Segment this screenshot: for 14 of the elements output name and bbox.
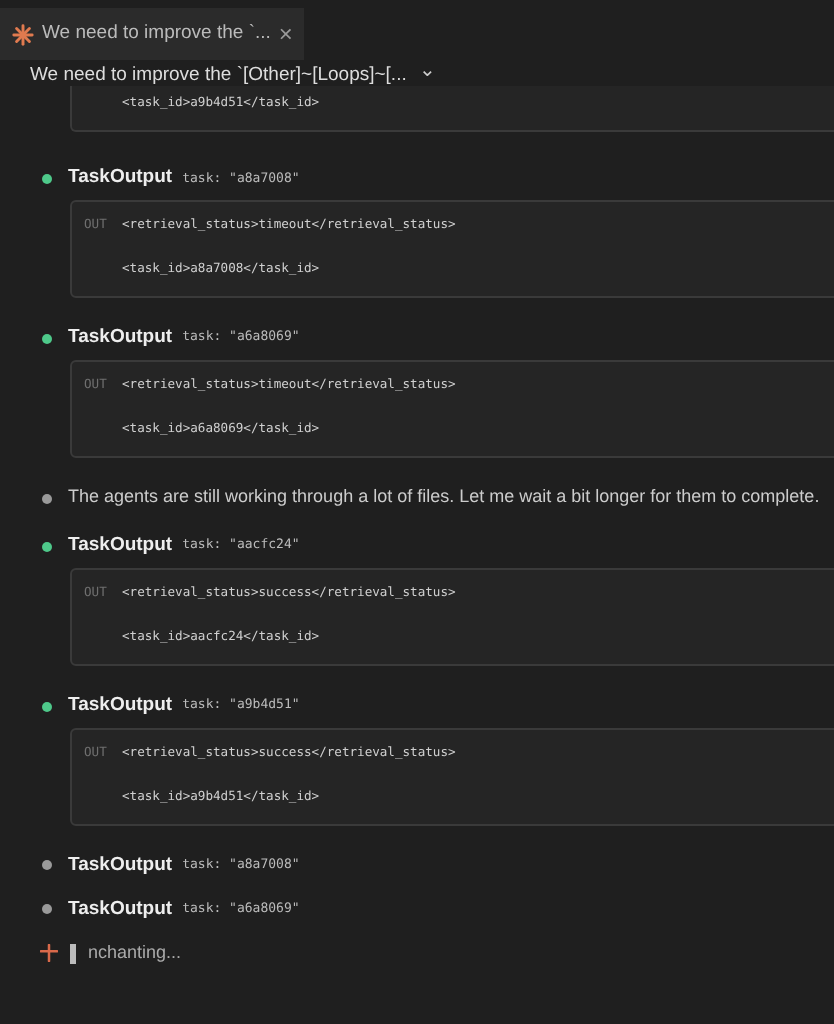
tool-name: TaskOutput [68,691,173,720]
tool-name: TaskOutput [68,532,173,561]
tab[interactable]: We need to improve the `... × [0,8,305,60]
tab-title: We need to improve the `... [42,19,271,48]
tool-name: TaskOutput [68,851,173,880]
tool-name: TaskOutput [68,324,173,353]
text-cursor [70,943,76,964]
status-text: nchanting... [88,940,182,967]
caret-button[interactable]: ⌄ [418,62,435,82]
close-button[interactable]: × [278,22,293,46]
conversation-title: We need to improve the `[Other]~[Loops]~[... [30,61,407,90]
tool-name: TaskOutput [68,164,173,193]
tool-name: TaskOutput [68,895,173,924]
message-text: The agents are still working through a lot of files. Let me wait a bit longer for them to complete. [68,484,820,511]
